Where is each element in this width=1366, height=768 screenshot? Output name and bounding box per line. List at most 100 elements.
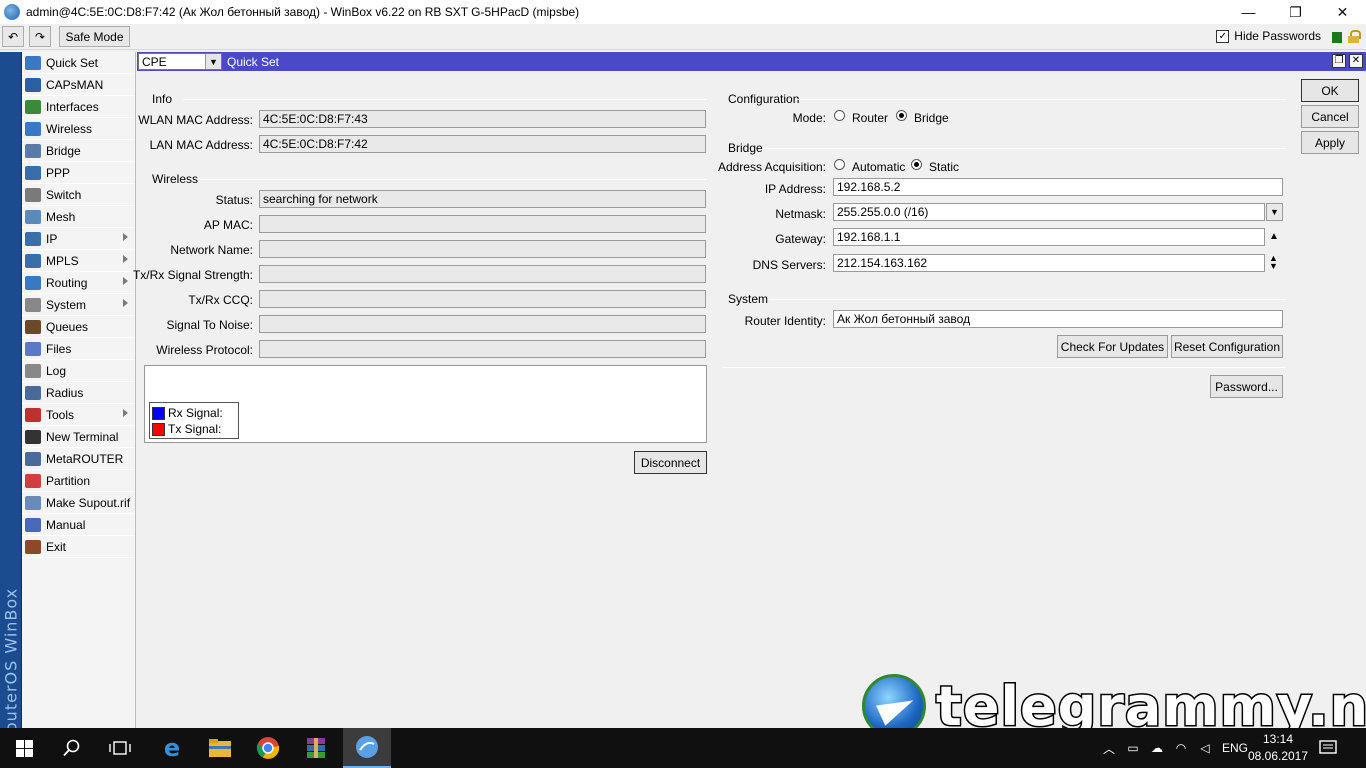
panel-restore-button[interactable]: ❐ [1332,54,1346,68]
maximize-button[interactable]: ❐ [1272,0,1319,24]
netmask-label: Netmask: [775,207,826,221]
network-name-field [259,240,706,258]
ccq-label: Tx/Rx CCQ: [188,293,253,307]
sidebar-item-wireless[interactable]: Wireless [22,118,135,140]
sidebar-item-metarouter[interactable]: MetaROUTER [22,448,135,470]
taskbar-explorer[interactable] [196,728,244,768]
netmask-dropdown-button[interactable]: ▼ [1266,203,1283,221]
ok-button[interactable]: OK [1301,79,1359,102]
mode-bridge-radio[interactable] [896,110,907,121]
router-identity-input[interactable]: Ак Жол бетонный завод [833,310,1283,328]
sidebar-item-make-supout-rif[interactable]: Make Supout.rif [22,492,135,514]
sidebar-item-capsman[interactable]: CAPsMAN [22,74,135,96]
sidebar-item-queues[interactable]: Queues [22,316,135,338]
sidebar-item-label: IP [46,231,58,246]
task-view-button[interactable] [96,728,144,768]
sidebar-item-ip[interactable]: IP [22,228,135,250]
reset-configuration-button[interactable]: Reset Configuration [1171,335,1283,358]
winbox-app-icon [4,4,20,20]
quickset-icon [25,55,41,70]
sidebar-item-mesh[interactable]: Mesh [22,206,135,228]
notifications-icon[interactable] [1318,738,1342,758]
taskbar-chrome[interactable] [244,728,292,768]
password-button[interactable]: Password... [1210,375,1283,398]
dns-servers-input[interactable]: 212.154.163.162 [833,254,1265,272]
configuration-divider [795,99,1285,100]
tray-expand-icon[interactable]: ︿ [1097,740,1121,757]
close-button[interactable]: ✕ [1319,0,1366,24]
acq-automatic-radio[interactable] [834,159,845,170]
network-name-label: Network Name: [170,243,253,257]
gateway-collapse-icon[interactable]: ▲ [1269,231,1279,242]
panel-close-button[interactable]: ✕ [1349,54,1363,68]
acq-static-radio[interactable] [911,159,922,170]
safe-mode-button[interactable]: Safe Mode [59,26,130,47]
cancel-button[interactable]: Cancel [1301,105,1359,128]
window-title: admin@4C:5E:0C:D8:F7:42 (Ак Жол бетонный… [26,5,580,19]
submenu-arrow-icon [123,409,128,417]
brand-label: RouterOS WinBox [1,587,21,744]
sidebar-item-log[interactable]: Log [22,360,135,382]
mpls-icon [25,253,41,268]
sidebar-item-files[interactable]: Files [22,338,135,360]
sidebar-item-quick-set[interactable]: Quick Set [22,52,135,74]
interfaces-icon [25,99,41,114]
gateway-input[interactable]: 192.168.1.1 [833,228,1265,246]
hide-passwords-checkbox[interactable]: ✓ [1216,29,1230,43]
winrar-icon [307,738,325,758]
sidebar-item-ppp[interactable]: PPP [22,162,135,184]
partition-icon [25,473,41,488]
submenu-arrow-icon [123,255,128,263]
folder-icon [209,739,231,757]
search-button[interactable] [48,728,96,768]
sidebar-item-mpls[interactable]: MPLS [22,250,135,272]
sidebar-item-bridge[interactable]: Bridge [22,140,135,162]
sidebar-item-system[interactable]: System [22,294,135,316]
lock-icon [1348,30,1361,43]
clock[interactable]: 13:14 08.06.2017 [1246,731,1310,765]
clock-time: 13:14 [1262,732,1294,746]
taskbar-edge[interactable]: e [148,728,196,768]
sidebar-item-tools[interactable]: Tools [22,404,135,426]
mode-router-radio[interactable] [834,110,845,121]
clock-date: 08.06.2017 [1247,749,1309,763]
taskbar-winrar[interactable] [292,728,340,768]
sidebar-item-partition[interactable]: Partition [22,470,135,492]
start-button[interactable] [0,728,48,768]
netmask-select[interactable]: 255.255.0.0 (/16) [833,203,1265,221]
volume-icon[interactable]: ◁ [1193,741,1217,755]
battery-icon[interactable]: ▭ [1121,741,1145,755]
legend-tx-label: Tx Signal: [168,422,222,436]
system-bottom-divider [722,367,1285,368]
ap-mac-field [259,215,706,233]
paper-plane-icon [876,690,918,726]
sidebar-item-manual[interactable]: Manual [22,514,135,536]
sidebar-item-radius[interactable]: Radius [22,382,135,404]
wifi-icon[interactable]: ◠ [1169,741,1193,755]
cloud-icon[interactable]: ☁ [1145,741,1169,755]
ip-address-input[interactable]: 192.168.5.2 [833,178,1283,196]
panel-title: Quick Set [227,55,280,69]
sidebar-item-switch[interactable]: Switch [22,184,135,206]
sidebar-item-interfaces[interactable]: Interfaces [22,96,135,118]
sidebar-item-routing[interactable]: Routing [22,272,135,294]
folder-icon [25,341,41,356]
chevron-down-icon[interactable]: ▼ [205,54,221,69]
mode-select[interactable]: CPE ▼ [138,53,222,70]
dns-updown-icon[interactable]: ▲ ▼ [1269,254,1278,271]
undo-button[interactable]: ↶ [2,26,24,47]
sidebar-item-label: Quick Set [46,55,99,70]
wireless-divider [199,179,707,180]
sidebar-item-new-terminal[interactable]: New Terminal [22,426,135,448]
wireless-icon [25,121,41,136]
hide-passwords-toggle[interactable]: ✓ Hide Passwords [1216,29,1321,43]
apply-button[interactable]: Apply [1301,131,1359,154]
sidebar-item-exit[interactable]: Exit [22,536,135,558]
taskbar-winbox[interactable] [343,728,391,768]
signal-graph: Rx Signal: Tx Signal: [144,365,707,443]
minimize-button[interactable]: — [1225,0,1272,24]
redo-button[interactable]: ↷ [29,26,51,47]
check-for-updates-button[interactable]: Check For Updates [1057,335,1168,358]
disconnect-button[interactable]: Disconnect [634,451,707,474]
submenu-arrow-icon [123,233,128,241]
